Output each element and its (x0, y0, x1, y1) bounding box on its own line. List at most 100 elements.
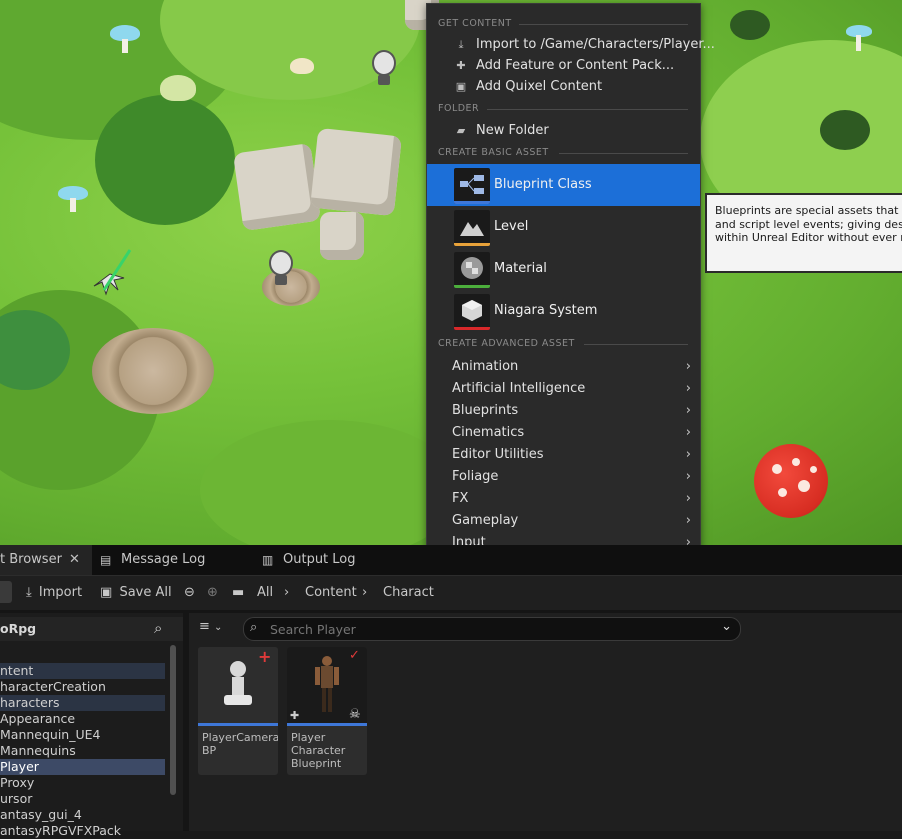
point-light-icon[interactable] (268, 250, 294, 288)
search-icon: ⌕ (250, 620, 258, 635)
scrollbar[interactable] (170, 645, 176, 795)
red-mushroom (754, 444, 828, 518)
submenu-item-label: Gameplay (452, 513, 519, 528)
message-log-icon: ▤ (100, 553, 112, 567)
tree-item[interactable]: antasyRPGVFXPack (0, 823, 165, 839)
breadcrumb-characters[interactable]: Charact (383, 583, 434, 603)
tree-item-label: Proxy (0, 775, 35, 790)
chevron-right-icon: › (685, 425, 691, 440)
mushroom (846, 25, 872, 55)
back-button[interactable]: ⊖ (184, 583, 195, 603)
mushroom (160, 75, 196, 109)
submenu-item[interactable]: FX › (427, 488, 700, 510)
submenu-item-label: Editor Utilities (452, 447, 544, 462)
grass-tuft (820, 110, 870, 150)
submenu-item-label: Cinematics (452, 425, 525, 440)
breadcrumb-separator-icon: › (362, 585, 368, 600)
character-thumbnail: ✓ ✚ ☠ (287, 647, 367, 723)
submenu-item-label: Foliage (452, 469, 499, 484)
search-input[interactable]: ⌕ ⌄ (243, 617, 741, 641)
menu-item-material[interactable]: Material (427, 248, 700, 290)
submenu-item-label: Animation (452, 359, 519, 374)
search-icon[interactable]: ⌕ (154, 619, 162, 637)
tooltip-line: Blueprints are special assets that p (715, 204, 902, 217)
tree-item-label: Mannequin_UE4 (0, 727, 101, 742)
save-icon: ▣ (100, 585, 113, 600)
tree-item[interactable]: haracters (0, 695, 165, 711)
submenu-item[interactable]: Cinematics › (427, 422, 700, 444)
skull-icon: ☠ (349, 707, 361, 722)
asset-type-bar (287, 723, 367, 726)
content-browser-panel: t Browser ✕ ▤ Message Log ▥ Output Log ⤓… (0, 545, 902, 838)
submenu-item[interactable]: Gameplay › (427, 510, 700, 532)
section-folder: FOLDER (438, 103, 480, 114)
submenu-item[interactable]: Blueprints › (427, 400, 700, 422)
import-icon: ⤓ (458, 38, 464, 51)
filter-button[interactable]: ≡ ⌄ (199, 619, 231, 637)
rock (232, 142, 322, 232)
tree-item[interactable]: Player (0, 759, 165, 775)
menu-item-niagara-system[interactable]: Niagara System (427, 290, 700, 332)
breadcrumb-content[interactable]: Content (305, 583, 357, 603)
close-tab-icon[interactable]: ✕ (69, 545, 80, 575)
point-light-icon[interactable] (371, 50, 397, 88)
feature-pack-icon: ✚ (456, 59, 466, 72)
search-field[interactable] (268, 620, 472, 638)
folder-tree-header: oRpg ⌕ (0, 617, 183, 641)
tree-item-label: antasy_gui_4 (0, 807, 82, 822)
submenu-item[interactable]: Editor Utilities › (427, 444, 700, 466)
submenu-item[interactable]: Animation › (427, 356, 700, 378)
breadcrumb-separator-icon: › (284, 585, 290, 600)
blueprint-class-tooltip: Blueprints are special assets that p and… (705, 193, 902, 273)
tree-item[interactable]: Mannequins (0, 743, 165, 759)
filter-icon: ≡ (199, 619, 210, 634)
submenu-item[interactable]: Artificial Intelligence › (427, 378, 700, 400)
menu-item-blueprint-class[interactable]: Blueprint Class (427, 164, 700, 206)
tree-item[interactable]: antasy_gui_4 (0, 807, 165, 823)
submenu-item[interactable]: Foliage › (427, 466, 700, 488)
niagara-icon (454, 294, 490, 330)
menu-item-level[interactable]: Level (427, 206, 700, 248)
submenu-item-label: FX (452, 491, 469, 506)
chevron-right-icon: › (685, 447, 691, 462)
output-log-icon: ▥ (262, 553, 274, 567)
tree-item[interactable]: ntent (0, 663, 165, 679)
menu-item-new-folder[interactable]: ▰ New Folder (427, 120, 700, 141)
tab-output-log[interactable]: ▥ Output Log (262, 545, 372, 575)
tab-message-log[interactable]: ▤ Message Log (100, 545, 240, 575)
tree-item-label: haracters (0, 695, 60, 710)
asset-name: Player Character Blueprint (291, 731, 346, 770)
material-icon (454, 252, 490, 288)
asset-tile[interactable]: ✓ ✚ ☠ Player Character Blueprint (287, 647, 367, 775)
tree-item[interactable]: ursor (0, 791, 165, 807)
tree-item-label: Mannequins (0, 743, 76, 758)
breadcrumb-all[interactable]: All (257, 583, 273, 603)
tree-item[interactable]: Mannequin_UE4 (0, 727, 165, 743)
tab-bar: t Browser ✕ ▤ Message Log ▥ Output Log (0, 545, 902, 575)
rock (310, 127, 402, 217)
menu-item-add-feature-pack[interactable]: ✚ Add Feature or Content Pack... (427, 55, 700, 76)
tree-item-label: haracterCreation (0, 679, 106, 694)
add-button[interactable] (0, 581, 12, 603)
divider (559, 153, 688, 154)
forward-button[interactable]: ⊕ (207, 583, 218, 603)
menu-item-add-quixel[interactable]: ▣ Add Quixel Content (427, 76, 700, 97)
menu-item-import[interactable]: ⤓ Import to /Game/Characters/Player... (427, 34, 715, 55)
checkmark-icon: ✓ (349, 648, 360, 663)
asset-tile[interactable]: + PlayerCamera BP (198, 647, 278, 775)
tree-item[interactable]: Proxy (0, 775, 165, 791)
folder-tree: oRpg ⌕ ntent haracterCreation haracters App… (0, 613, 183, 838)
asset-view: ≡ ⌄ ⌕ ⌄ + PlayerCamera BP ✓ ✚ ☠ Player (189, 613, 902, 831)
tree-item[interactable]: Appearance (0, 711, 165, 727)
import-button[interactable]: ⤓ Import (26, 583, 82, 603)
tree-item[interactable]: haracterCreation (0, 679, 165, 695)
tab-content-browser[interactable]: t Browser ✕ (0, 545, 92, 575)
chevron-right-icon: › (685, 469, 691, 484)
chevron-down-icon: ⌄ (214, 622, 223, 633)
chevron-down-icon[interactable]: ⌄ (721, 619, 732, 634)
tree-item-label: ursor (0, 791, 33, 806)
player-start-icon[interactable] (88, 246, 134, 302)
mushroom (58, 186, 88, 216)
source-control-icon: ✚ (290, 709, 300, 722)
save-all-button[interactable]: ▣ Save All (100, 583, 172, 603)
